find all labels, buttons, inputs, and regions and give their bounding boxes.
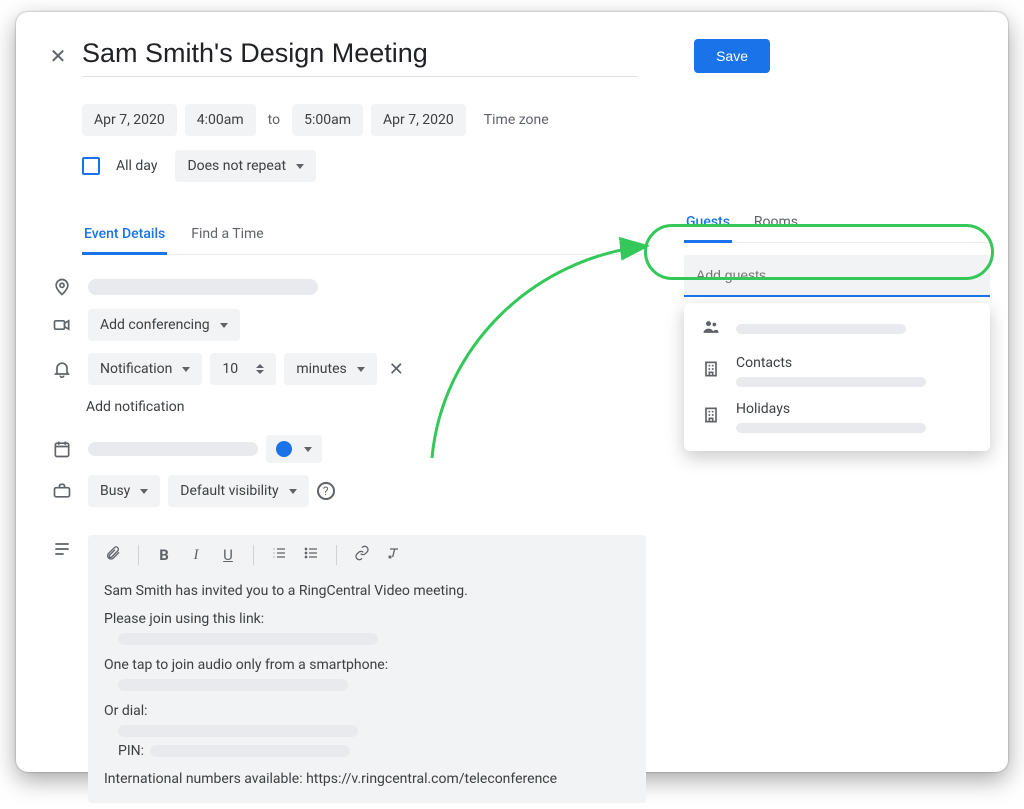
description-icon — [44, 529, 80, 559]
chevron-down-icon — [182, 367, 190, 372]
color-dot-icon — [276, 441, 292, 457]
chevron-down-icon — [296, 164, 304, 169]
description-body[interactable]: Sam Smith has invited you to a RingCentr… — [88, 573, 646, 787]
save-button[interactable]: Save — [694, 39, 770, 73]
calendar-select[interactable] — [88, 442, 258, 456]
dropdown-item-holidays[interactable]: Holidays — [700, 401, 974, 433]
availability-label: Busy — [100, 483, 130, 499]
bold-button[interactable]: B — [153, 546, 175, 564]
start-date-chip[interactable]: Apr 7, 2020 — [82, 104, 177, 136]
guests-dropdown: Contacts Holidays — [684, 303, 990, 451]
tab-find-a-time[interactable]: Find a Time — [189, 218, 266, 255]
start-time-chip[interactable]: 4:00am — [185, 104, 256, 136]
add-guests-input[interactable] — [684, 255, 990, 295]
end-date-chip[interactable]: Apr 7, 2020 — [371, 104, 466, 136]
building-icon — [700, 359, 722, 383]
desc-line-joinlink: Please join using this link: — [104, 611, 630, 627]
placeholder-bar — [118, 679, 348, 691]
remove-notification-button[interactable]: ✕ — [385, 359, 408, 380]
location-icon — [44, 277, 80, 297]
event-color-select[interactable] — [266, 435, 322, 463]
editor-toolbar: B I U — [88, 535, 646, 573]
italic-button[interactable]: I — [185, 547, 207, 564]
end-time-chip[interactable]: 5:00am — [292, 104, 363, 136]
placeholder-bar — [736, 377, 926, 387]
chevron-down-icon — [140, 489, 148, 494]
placeholder-bar — [736, 324, 906, 334]
notification-type-label: Notification — [100, 361, 172, 377]
tab-guests[interactable]: Guests — [684, 208, 732, 243]
dropdown-contacts-label: Contacts — [736, 355, 974, 371]
tab-rooms[interactable]: Rooms — [752, 208, 800, 243]
availability-select[interactable]: Busy — [88, 475, 160, 507]
notification-type-select[interactable]: Notification — [88, 353, 202, 385]
visibility-select[interactable]: Default visibility — [168, 475, 308, 507]
attach-icon[interactable] — [102, 545, 124, 565]
help-icon[interactable]: ? — [317, 482, 335, 500]
underline-button[interactable]: U — [217, 546, 239, 564]
calendar-icon — [44, 439, 80, 459]
recurrence-select[interactable]: Does not repeat — [175, 150, 316, 182]
description-editor[interactable]: B I U — [88, 535, 646, 803]
chevron-down-icon — [357, 367, 365, 372]
allday-checkbox[interactable] — [82, 157, 100, 175]
placeholder-bar — [118, 633, 378, 645]
people-icon — [700, 317, 722, 341]
timezone-button[interactable]: Time zone — [474, 112, 559, 128]
notification-unit-label: minutes — [296, 361, 346, 377]
numbered-list-button[interactable] — [268, 545, 290, 565]
desc-line-ordial: Or dial: — [104, 703, 630, 719]
add-conferencing-button[interactable]: Add conferencing — [88, 309, 240, 341]
bell-icon — [44, 359, 80, 379]
clear-formatting-button[interactable] — [383, 545, 405, 565]
chevron-down-icon — [220, 323, 228, 328]
notification-value: 10 — [222, 361, 238, 377]
visibility-label: Default visibility — [180, 483, 278, 499]
allday-label: All day — [116, 158, 157, 174]
placeholder-bar — [736, 423, 926, 433]
add-conferencing-label: Add conferencing — [100, 317, 210, 333]
stepper-icon — [256, 364, 264, 374]
dropdown-holidays-label: Holidays — [736, 401, 974, 417]
link-button[interactable] — [351, 545, 373, 565]
close-icon[interactable]: ✕ — [44, 42, 72, 70]
video-icon — [44, 315, 80, 335]
desc-line-intl: International numbers available: https:/… — [104, 771, 630, 787]
bulleted-list-button[interactable] — [300, 545, 322, 565]
event-title-input[interactable] — [82, 32, 612, 80]
dropdown-item-contacts[interactable]: Contacts — [700, 355, 974, 387]
recurrence-label: Does not repeat — [187, 158, 286, 174]
tab-event-details[interactable]: Event Details — [82, 218, 167, 255]
briefcase-icon — [44, 481, 80, 501]
placeholder-bar — [150, 745, 350, 757]
placeholder-bar — [118, 725, 358, 737]
chevron-down-icon — [304, 447, 312, 452]
chevron-down-icon — [289, 489, 297, 494]
input-underline — [684, 295, 990, 297]
title-underline — [82, 76, 638, 77]
location-input[interactable] — [88, 279, 318, 295]
date-time-row: Apr 7, 2020 4:00am to 5:00am Apr 7, 2020… — [82, 104, 980, 136]
desc-pin-label: PIN: — [118, 743, 144, 759]
desc-line-onetap: One tap to join audio only from a smartp… — [104, 657, 630, 673]
building-icon — [700, 405, 722, 429]
desc-line-invite: Sam Smith has invited you to a RingCentr… — [104, 583, 630, 599]
add-guests-field[interactable] — [684, 255, 990, 297]
to-label: to — [264, 112, 284, 128]
notification-unit-select[interactable]: minutes — [284, 353, 376, 385]
notification-value-stepper[interactable]: 10 — [210, 353, 276, 385]
